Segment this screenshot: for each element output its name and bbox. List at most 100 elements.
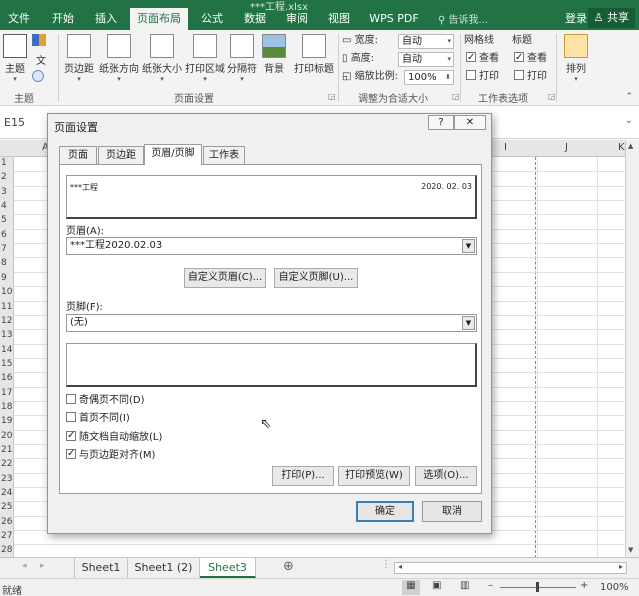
row-header[interactable]: 11 xyxy=(0,302,14,312)
zoom-slider[interactable] xyxy=(500,582,576,592)
headings-print-checkbox[interactable]: 打印 xyxy=(514,69,547,85)
sheet-tab-sheet3[interactable]: Sheet3 xyxy=(200,558,256,578)
row-header[interactable]: 15 xyxy=(0,359,14,369)
row-header[interactable]: 24 xyxy=(0,488,14,498)
name-box[interactable]: E15 xyxy=(4,116,25,129)
tab-scroll-right-icon[interactable]: ▸ xyxy=(40,561,45,571)
zoom-slider-thumb[interactable] xyxy=(536,582,539,592)
sheet-tab-sheet1[interactable]: Sheet1 xyxy=(74,558,128,578)
height-combo[interactable]: 自动 ▾ xyxy=(398,52,454,67)
align-with-margins-checkbox[interactable]: 与页边距对齐(M) xyxy=(66,447,155,463)
different-odd-even-checkbox[interactable]: 奇偶页不同(D) xyxy=(66,394,145,408)
dialog-launcher-icon[interactable]: ◲ xyxy=(328,92,336,101)
tab-formulas[interactable]: 公式 xyxy=(195,8,229,30)
dialog-tab-header-footer[interactable]: 页眉/页脚 xyxy=(144,144,202,165)
scroll-left-icon[interactable]: ◂ xyxy=(398,562,402,571)
row-header[interactable]: 7 xyxy=(0,244,14,254)
row-header[interactable]: 8 xyxy=(0,258,14,268)
headings-view-checkbox[interactable]: 查看 xyxy=(514,50,547,67)
gridlines-view-checkbox[interactable]: 查看 xyxy=(466,50,499,67)
custom-footer-button[interactable]: 自定义页脚(U)... xyxy=(274,268,358,288)
close-button[interactable]: ✕ xyxy=(454,115,486,130)
background-button[interactable]: 背景 xyxy=(260,34,288,75)
tell-me-box[interactable]: ⚲ 告诉我... xyxy=(438,11,488,26)
row-header[interactable]: 20 xyxy=(0,431,14,441)
footer-select[interactable]: (无) ▼ xyxy=(66,314,477,332)
row-header[interactable]: 25 xyxy=(0,502,14,512)
breaks-button[interactable]: 分隔符 ▾ xyxy=(227,34,257,83)
login-link[interactable]: 登录 xyxy=(565,10,587,26)
tab-view[interactable]: 视图 xyxy=(322,8,356,30)
print-button[interactable]: 打印(P)... xyxy=(272,466,334,486)
print-preview-button[interactable]: 打印预览(W) xyxy=(338,466,410,486)
tab-wps-pdf[interactable]: WPS PDF xyxy=(364,8,424,30)
scroll-down-icon[interactable]: ▼ xyxy=(628,546,633,554)
colors-button[interactable] xyxy=(32,34,50,46)
normal-view-icon[interactable]: ▦ xyxy=(402,580,420,595)
zoom-level[interactable]: 100% xyxy=(600,582,629,593)
size-button[interactable]: 纸张大小 ▾ xyxy=(141,34,183,83)
row-header[interactable]: 22 xyxy=(0,459,14,469)
row-header[interactable]: 9 xyxy=(0,273,14,283)
row-header[interactable]: 28 xyxy=(0,545,14,555)
tab-review[interactable]: 审阅 xyxy=(280,8,314,30)
different-first-page-checkbox[interactable]: 首页不同(I) xyxy=(66,412,130,426)
page-break-preview-icon[interactable]: ▥ xyxy=(460,580,469,591)
options-button[interactable]: 选项(O)... xyxy=(415,466,477,486)
margins-button[interactable]: 页边距 ▾ xyxy=(62,34,96,83)
column-header-j[interactable]: J xyxy=(565,142,568,153)
arrange-button[interactable]: 排列 ▾ xyxy=(562,34,590,83)
column-header-k[interactable]: K xyxy=(618,142,625,153)
zoom-out-icon[interactable]: – xyxy=(488,580,493,591)
tab-insert[interactable]: 插入 xyxy=(88,8,124,30)
column-header-i[interactable]: I xyxy=(504,142,507,153)
add-sheet-icon[interactable]: ⊕ xyxy=(283,559,294,574)
row-header[interactable]: 2 xyxy=(0,172,14,182)
tab-page-layout[interactable]: 页面布局 xyxy=(130,8,188,30)
tab-scroll-left-icon[interactable]: ◂ xyxy=(22,561,27,571)
effects-button[interactable] xyxy=(32,70,50,82)
width-combo[interactable]: 自动 ▾ xyxy=(398,34,454,49)
page-layout-view-icon[interactable]: ▣ xyxy=(432,580,441,591)
fonts-button[interactable]: 文 xyxy=(32,52,50,67)
tab-data[interactable]: 数据 xyxy=(238,8,272,30)
orientation-button[interactable]: 纸张方向 ▾ xyxy=(98,34,140,83)
row-header[interactable]: 16 xyxy=(0,373,14,383)
row-header[interactable]: 6 xyxy=(0,230,14,240)
collapse-ribbon-icon[interactable]: ⌃ xyxy=(625,92,633,102)
scale-with-document-checkbox[interactable]: 随文档自动缩放(L) xyxy=(66,429,162,445)
row-header[interactable]: 5 xyxy=(0,215,14,225)
row-header[interactable]: 1 xyxy=(0,158,14,168)
row-header[interactable]: 27 xyxy=(0,531,14,541)
row-header[interactable]: 17 xyxy=(0,388,14,398)
tab-file[interactable]: 文件 xyxy=(4,8,34,30)
vertical-scrollbar[interactable]: ▲ ▼ xyxy=(625,140,639,558)
row-header[interactable]: 10 xyxy=(0,287,14,297)
cancel-button[interactable]: 取消 xyxy=(422,501,482,522)
row-header[interactable]: 23 xyxy=(0,474,14,484)
expand-formula-bar-icon[interactable]: ⌄ xyxy=(625,115,633,126)
share-button[interactable]: ♙ 共享 xyxy=(587,8,635,28)
sheet-tab-sheet1-2[interactable]: Sheet1 (2) xyxy=(128,558,200,578)
header-select[interactable]: ***工程2020.02.03 ▼ xyxy=(66,237,477,255)
row-header[interactable]: 21 xyxy=(0,445,14,455)
dialog-launcher-icon[interactable]: ◲ xyxy=(452,92,460,101)
row-header[interactable]: 18 xyxy=(0,402,14,412)
help-button[interactable]: ? xyxy=(428,115,454,130)
row-header[interactable]: 3 xyxy=(0,187,14,197)
print-titles-button[interactable]: 打印标题 xyxy=(292,34,336,75)
gridlines-print-checkbox[interactable]: 打印 xyxy=(466,69,499,85)
custom-header-button[interactable]: 自定义页眉(C)... xyxy=(184,268,266,288)
ok-button[interactable]: 确定 xyxy=(356,501,414,522)
row-header[interactable]: 13 xyxy=(0,330,14,340)
dialog-tab-margins[interactable]: 页边距 xyxy=(98,146,144,164)
dialog-launcher-icon[interactable]: ◲ xyxy=(548,92,556,101)
tab-home[interactable]: 开始 xyxy=(46,8,80,30)
zoom-in-icon[interactable]: + xyxy=(580,580,588,591)
print-area-button[interactable]: 打印区域 ▾ xyxy=(184,34,226,83)
dialog-tab-sheet[interactable]: 工作表 xyxy=(203,146,245,164)
row-header[interactable]: 19 xyxy=(0,416,14,426)
row-header[interactable]: 14 xyxy=(0,345,14,355)
themes-button[interactable]: 主题 ▾ xyxy=(2,34,28,83)
row-header[interactable]: 12 xyxy=(0,316,14,326)
